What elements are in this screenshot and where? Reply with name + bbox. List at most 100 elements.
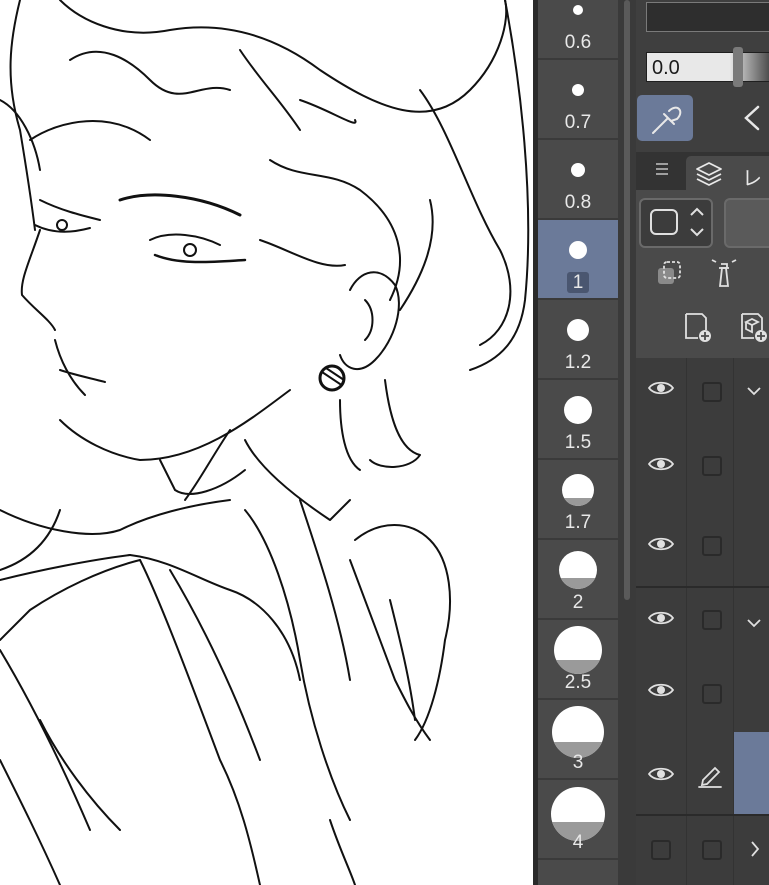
brush-size-option[interactable]: 1.7	[538, 460, 618, 540]
layer-item[interactable]	[734, 430, 769, 512]
layer-checkbox[interactable]	[702, 456, 722, 476]
layer-checkbox[interactable]	[702, 840, 722, 860]
brush-size-label: 0.8	[564, 192, 592, 213]
brush-size-option[interactable]: 2	[538, 540, 618, 620]
visibility-toggle[interactable]	[636, 656, 686, 732]
brush-dot-icon	[554, 626, 602, 674]
scroll-thumb[interactable]	[624, 0, 630, 600]
opacity-slider[interactable]: 0.0	[646, 47, 769, 87]
brush-size-preview	[538, 460, 618, 512]
layer-row[interactable]	[636, 512, 769, 586]
right-panel: 0.0 レ	[636, 0, 769, 885]
layer-row[interactable]	[636, 656, 769, 732]
brush-panel-scrollbar[interactable]	[618, 0, 636, 885]
lock-column[interactable]	[687, 656, 733, 732]
layer-row[interactable]	[636, 588, 769, 656]
new-3d-layer-icon[interactable]	[736, 310, 769, 344]
eye-icon	[647, 537, 675, 551]
edit-target-column[interactable]	[687, 732, 733, 814]
panel-menu-button[interactable]	[640, 152, 680, 190]
eye-icon	[647, 767, 675, 781]
brush-size-label: 2.5	[564, 672, 592, 693]
layer-checkbox[interactable]	[702, 382, 722, 402]
square-icon	[650, 207, 704, 237]
layer-mode-button[interactable]	[724, 198, 769, 248]
brush-size-preview	[538, 780, 618, 841]
lock-column[interactable]	[687, 358, 733, 430]
back-button[interactable]	[736, 95, 769, 141]
brush-size-preview	[538, 0, 618, 32]
layer-item[interactable]	[734, 512, 769, 586]
layer-folder[interactable]	[734, 588, 769, 656]
visibility-toggle[interactable]	[636, 512, 686, 586]
brush-size-label: 1	[538, 270, 618, 296]
brush-size-option[interactable]: 2.5	[538, 620, 618, 700]
brush-dot-icon	[571, 163, 585, 177]
brush-size-label: 2	[572, 592, 584, 613]
lock-column[interactable]	[687, 588, 733, 656]
sketch-artwork	[0, 0, 530, 885]
visibility-toggle[interactable]	[636, 732, 686, 814]
layer-toolbar	[636, 190, 769, 358]
layer-folder[interactable]	[734, 358, 769, 430]
tab-layer[interactable]: レイ	[686, 156, 769, 219]
slider-knob[interactable]	[733, 47, 743, 87]
visibility-toggle[interactable]	[636, 816, 686, 885]
eye-icon	[647, 611, 675, 625]
brush-size-preview	[538, 220, 618, 272]
lock-column[interactable]	[687, 430, 733, 512]
layer-row[interactable]	[636, 358, 769, 430]
drawing-canvas[interactable]	[0, 0, 533, 885]
lock-column[interactable]	[687, 816, 733, 885]
visibility-toggle[interactable]	[636, 430, 686, 512]
layer-row-active[interactable]	[636, 732, 769, 814]
brush-size-option-selected[interactable]: 1	[538, 220, 618, 300]
brush-size-label: 1.5	[564, 432, 592, 453]
layer-checkbox[interactable]	[702, 536, 722, 556]
layer-folder[interactable]	[734, 816, 769, 885]
chevron-down-icon	[747, 387, 761, 396]
layer-item-selected[interactable]	[734, 732, 769, 814]
brush-size-option[interactable]: 3	[538, 700, 618, 780]
eyedropper-button[interactable]	[637, 95, 693, 141]
brush-size-option[interactable]: 0.7	[538, 60, 618, 140]
brush-dot-icon	[564, 396, 592, 424]
brush-size-label: 0.7	[564, 112, 592, 133]
eye-icon	[647, 381, 675, 395]
visibility-toggle[interactable]	[636, 358, 686, 430]
brush-size-label: 4	[572, 832, 584, 853]
lock-column[interactable]	[687, 512, 733, 586]
gradient-preview-field[interactable]	[646, 2, 769, 32]
clip-layer-icon[interactable]	[654, 258, 686, 290]
slider-value: 0.0	[652, 57, 680, 79]
layer-checkbox[interactable]	[702, 684, 722, 704]
brush-dot-icon	[572, 84, 584, 96]
brush-size-preview	[538, 540, 618, 592]
pen-icon	[698, 766, 722, 788]
layer-item[interactable]	[734, 656, 769, 732]
visibility-toggle[interactable]	[636, 588, 686, 656]
brush-size-preview	[538, 140, 618, 192]
new-layer-icon[interactable]	[680, 310, 714, 344]
menu-icon	[656, 163, 668, 175]
brush-size-option[interactable]: 0.6	[538, 0, 618, 60]
brush-size-label: 0.6	[564, 32, 592, 53]
brush-size-preview	[538, 60, 618, 112]
blend-mode-select[interactable]	[639, 198, 713, 248]
brush-size-preview	[538, 380, 618, 432]
layer-checkbox[interactable]	[702, 610, 722, 630]
layer-row[interactable]	[636, 816, 769, 885]
chevron-right-icon	[751, 841, 760, 857]
brush-size-option[interactable]: 1.5	[538, 380, 618, 460]
brush-size-option[interactable]: 1.2	[538, 300, 618, 380]
lighthouse-icon[interactable]	[708, 256, 740, 290]
layer-list	[636, 358, 769, 885]
brush-size-option[interactable]: 0.8	[538, 140, 618, 220]
brush-size-preview	[538, 700, 618, 758]
layer-row[interactable]	[636, 430, 769, 512]
chevron-down-icon	[747, 619, 761, 628]
brush-size-option[interactable]: 4	[538, 780, 618, 860]
eye-icon	[647, 683, 675, 697]
brush-dot-icon	[569, 241, 587, 259]
visibility-checkbox[interactable]	[651, 840, 671, 860]
